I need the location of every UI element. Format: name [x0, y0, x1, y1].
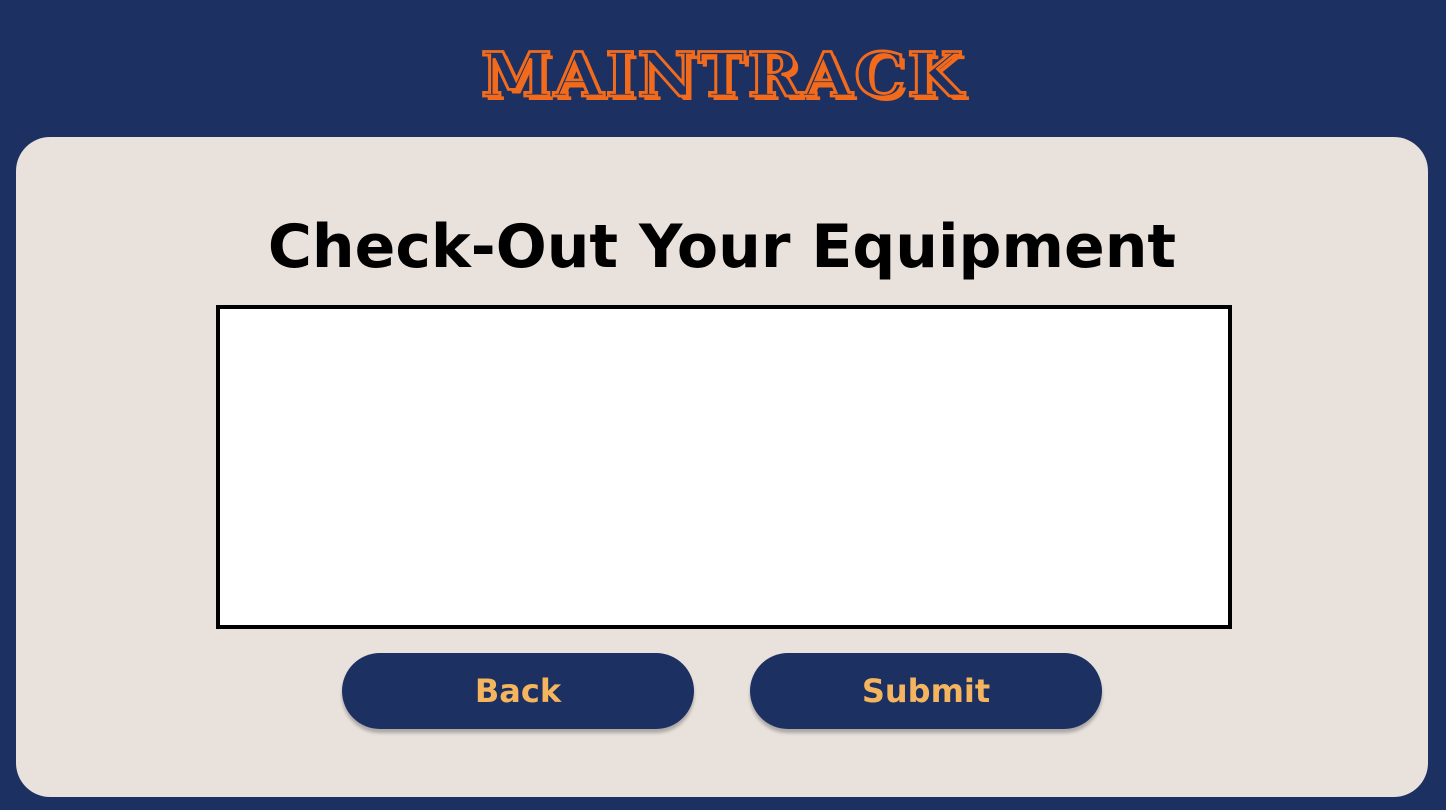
equipment-input[interactable] [216, 305, 1232, 629]
checkout-card: Check-Out Your Equipment Back Submit [16, 137, 1428, 797]
maintrack-logo: MAINTRACK [480, 38, 965, 112]
back-button[interactable]: Back [342, 653, 694, 729]
submit-button[interactable]: Submit [750, 653, 1102, 729]
page-title: Check-Out Your Equipment [267, 212, 1177, 282]
